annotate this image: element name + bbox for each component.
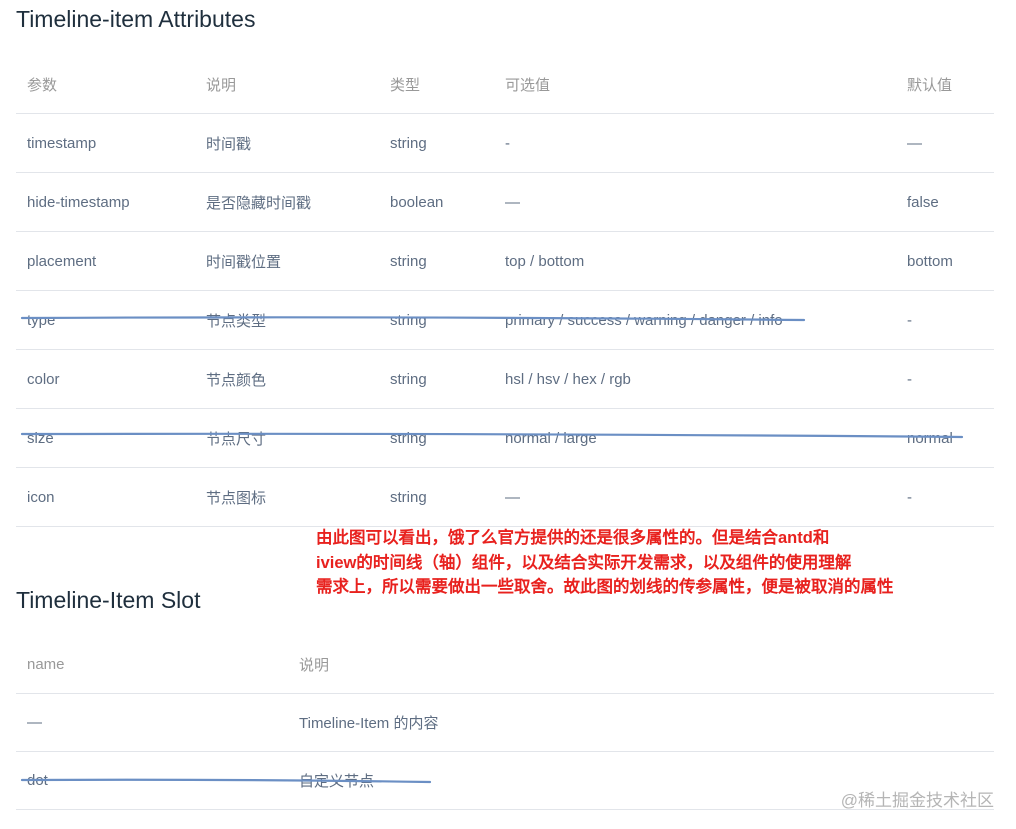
cell-param: size	[16, 408, 195, 468]
cell-param: color	[16, 349, 195, 409]
header-options: 可选值	[494, 56, 896, 114]
table-row: color 节点颜色 string hsl / hsv / hex / rgb …	[16, 349, 994, 409]
cell-options: top / bottom	[494, 231, 896, 291]
cell-description: 时间戳位置	[195, 231, 379, 291]
cell-default: —	[896, 113, 994, 173]
cell-type: string	[379, 113, 494, 173]
cell-description: 节点颜色	[195, 349, 379, 409]
annotation-line: 需求上，所以需要做出一些取舍。故此图的划线的传参属性，便是被取消的属性	[316, 578, 894, 596]
header-name: name	[16, 636, 288, 694]
cell-options: normal / large	[494, 408, 896, 468]
table-row: — Timeline-Item 的内容	[16, 693, 994, 752]
cell-description: 节点图标	[195, 467, 379, 527]
table-row: size 节点尺寸 string normal / large normal	[16, 408, 994, 468]
cell-options: primary / success / warning / danger / i…	[494, 290, 896, 350]
cell-name: —	[16, 693, 288, 752]
slots-table: name 说明 — Timeline-Item 的内容 dot 自定义节点	[16, 636, 994, 810]
cell-options: —	[494, 172, 896, 232]
cell-description: 节点尺寸	[195, 408, 379, 468]
annotation-line: iview的时间线（轴）组件，以及结合实际开发需求，以及组件的使用理解	[316, 553, 852, 572]
cell-description: 节点类型	[195, 290, 379, 350]
cell-param: hide-timestamp	[16, 172, 195, 232]
cell-type: string	[379, 349, 494, 409]
cell-type: boolean	[379, 172, 494, 232]
cell-default: normal	[896, 408, 994, 468]
cell-param: type	[16, 290, 195, 350]
cell-type: string	[379, 290, 494, 350]
cell-type: string	[379, 408, 494, 468]
table-header-row: 参数 说明 类型 可选值 默认值	[16, 56, 994, 114]
cell-options: hsl / hsv / hex / rgb	[494, 349, 896, 409]
header-param: 参数	[16, 56, 195, 114]
attributes-table: 参数 说明 类型 可选值 默认值 timestamp 时间戳 string - …	[16, 56, 994, 527]
cell-param: placement	[16, 231, 195, 291]
cell-options: -	[494, 113, 896, 173]
watermark: @稀土掘金技术社区	[840, 791, 994, 810]
table-row: type 节点类型 string primary / success / war…	[16, 290, 994, 350]
table-row: placement 时间戳位置 string top / bottom bott…	[16, 231, 994, 291]
cell-type: string	[379, 467, 494, 527]
slots-title: Timeline-Item Slot	[16, 587, 201, 613]
cell-description: Timeline-Item 的内容	[288, 693, 994, 752]
cell-param: timestamp	[16, 113, 195, 173]
table-row: icon 节点图标 string — -	[16, 467, 994, 527]
cell-default: false	[896, 172, 994, 232]
header-type: 类型	[379, 56, 494, 114]
cell-description: 是否隐藏时间戳	[195, 172, 379, 232]
cell-default: bottom	[896, 231, 994, 291]
attributes-title: Timeline-item Attributes	[16, 6, 256, 32]
table-row: timestamp 时间戳 string - —	[16, 113, 994, 173]
header-description: 说明	[288, 636, 994, 694]
header-default: 默认值	[896, 56, 994, 114]
cell-name: dot	[16, 751, 288, 810]
cell-default: -	[896, 349, 994, 409]
header-description: 说明	[195, 56, 379, 114]
cell-type: string	[379, 231, 494, 291]
cell-options: —	[494, 467, 896, 527]
annotation-note: 由此图可以看出，饿了么官方提供的还是很多属性的。但是结合antd和 iview的…	[316, 526, 894, 600]
cell-default: -	[896, 290, 994, 350]
cell-param: icon	[16, 467, 195, 527]
table-row: hide-timestamp 是否隐藏时间戳 boolean — false	[16, 172, 994, 232]
annotation-line: 由此图可以看出，饿了么官方提供的还是很多属性的。但是结合antd和	[316, 529, 830, 547]
cell-default: -	[896, 467, 994, 527]
table-header-row: name 说明	[16, 636, 994, 694]
cell-description: 时间戳	[195, 113, 379, 173]
